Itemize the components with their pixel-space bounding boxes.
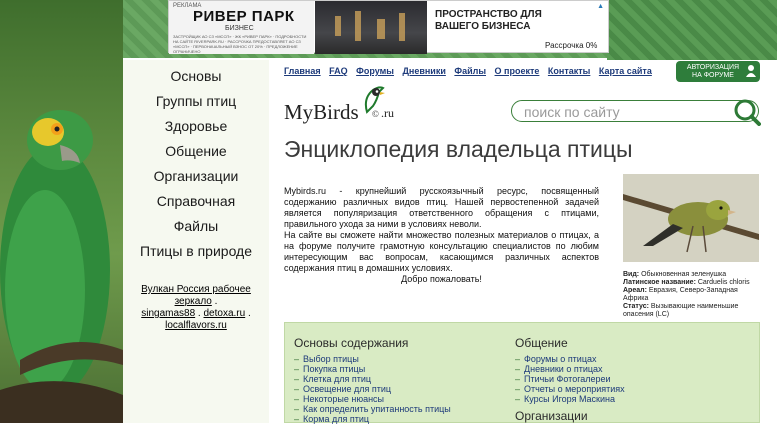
nav-item-reference[interactable]: Справочная bbox=[123, 189, 269, 214]
auth-line-1: АВТОРИЗАЦИЯ bbox=[686, 64, 740, 71]
topnav-forums[interactable]: Форумы bbox=[356, 66, 394, 76]
ad-brand-sub: БИЗНЕС bbox=[225, 25, 254, 32]
bird-species: Обыкновенная зеленушка bbox=[641, 271, 727, 278]
partner-link-1[interactable]: Вулкан Россия рабочее зеркало bbox=[141, 284, 251, 307]
list-item[interactable]: Дневники о птицах bbox=[515, 364, 625, 374]
logo-copyright: © bbox=[372, 109, 379, 119]
topnav-contacts[interactable]: Контакты bbox=[548, 66, 590, 76]
right-background bbox=[607, 0, 777, 60]
ad-brand: РИВЕР ПАРК bbox=[193, 8, 295, 25]
auth-line-2: НА ФОРУМЕ bbox=[692, 72, 734, 79]
parrot-image bbox=[0, 110, 123, 423]
topnav-home[interactable]: Главная bbox=[284, 66, 321, 76]
list-item[interactable]: Освещение для птиц bbox=[294, 384, 451, 394]
list-item[interactable]: Выбор птицы bbox=[294, 354, 451, 364]
partner-link-4[interactable]: localflavors.ru bbox=[165, 320, 227, 331]
section-communication-heading: Общение bbox=[515, 336, 568, 350]
partner-links: Вулкан Россия рабочее зеркало . singamas… bbox=[141, 284, 251, 331]
top-navigation: Главная FAQ Форумы Дневники Файлы О прое… bbox=[284, 66, 658, 76]
intro-paragraph-1: Mybirds.ru - крупнейший русскоязычный ре… bbox=[284, 186, 599, 229]
info-triangle-icon[interactable]: ▲ bbox=[597, 3, 604, 10]
topnav-sitemap[interactable]: Карта сайта bbox=[599, 66, 652, 76]
ad-installment: Рассрочка 0% bbox=[545, 41, 598, 50]
page-title: Энциклопедия владельца птицы bbox=[284, 136, 633, 162]
bird-photo[interactable] bbox=[623, 174, 759, 262]
topnav-files[interactable]: Файлы bbox=[454, 66, 486, 76]
topnav-faq[interactable]: FAQ bbox=[329, 66, 348, 76]
nav-item-files[interactable]: Файлы bbox=[123, 214, 269, 239]
list-item[interactable]: Курсы Игоря Маскина bbox=[515, 394, 625, 404]
list-item[interactable]: Как определить упитанность птицы bbox=[294, 404, 451, 414]
section-organizations-heading: Организации bbox=[515, 409, 588, 423]
ad-title: ПРОСТРАНСТВО ДЛЯ ВАШЕГО БИЗНЕСА bbox=[435, 9, 542, 32]
list-item[interactable]: Птичьи Фотогалереи bbox=[515, 374, 625, 384]
section-basics: Основы содержания Выбор птицы Покупка пт… bbox=[294, 336, 451, 424]
ad-brand-block: РЕКЛАМА РИВЕР ПАРК БИЗНЕС ЗАСТРОЙЩИК АО … bbox=[169, 1, 314, 54]
topnav-diaries[interactable]: Дневники bbox=[402, 66, 445, 76]
ad-photo bbox=[315, 1, 427, 54]
search-input[interactable] bbox=[522, 103, 726, 121]
user-lock-icon bbox=[746, 65, 756, 77]
list-item[interactable]: Покупка птицы bbox=[294, 364, 451, 374]
forum-auth-button[interactable]: АВТОРИЗАЦИЯ НА ФОРУМЕ bbox=[676, 61, 760, 82]
magnifier-icon[interactable] bbox=[733, 98, 761, 126]
search-box[interactable] bbox=[511, 100, 759, 122]
partner-link-2[interactable]: singamas88 bbox=[141, 308, 195, 319]
ad-fine-print: ЗАСТРОЙЩИК АО СЗ «МССП» · ЖК «РИВЕР ПАРК… bbox=[173, 34, 307, 54]
nav-item-health[interactable]: Здоровье bbox=[123, 114, 269, 139]
list-item[interactable]: Клетка для птиц bbox=[294, 374, 451, 384]
partner-link-3[interactable]: detoxa.ru bbox=[204, 308, 246, 319]
nav-item-communication[interactable]: Общение bbox=[123, 139, 269, 164]
intro-paragraph-2: На сайте вы сможете найти множество поле… bbox=[284, 230, 599, 273]
intro-text: Mybirds.ru - крупнейший русскоязычный ре… bbox=[284, 186, 599, 285]
nav-item-organizations[interactable]: Организации bbox=[123, 164, 269, 189]
topnav-about[interactable]: О проекте bbox=[495, 66, 540, 76]
section-communication: Общение Форумы о птицах Дневники о птица… bbox=[515, 336, 625, 423]
bird-latin-name: Carduelis chloris bbox=[697, 279, 750, 286]
site-logo[interactable]: MyBirds bbox=[284, 100, 359, 125]
section-basics-heading: Основы содержания bbox=[294, 336, 409, 350]
intro-welcome: Добро пожаловать! bbox=[401, 274, 482, 284]
nav-item-birds-in-nature[interactable]: Птицы в природе bbox=[123, 239, 269, 264]
bird-info: Вид: Обыкновенная зеленушка Латинское на… bbox=[623, 271, 750, 318]
list-item[interactable]: Отчеты о мероприятиях bbox=[515, 384, 625, 394]
nav-item-bird-groups[interactable]: Группы птиц bbox=[123, 89, 269, 114]
list-item[interactable]: Некоторые нюансы bbox=[294, 394, 451, 404]
logo-suffix: .ru bbox=[381, 106, 394, 120]
left-navigation: Основы Группы птиц Здоровье Общение Орга… bbox=[123, 60, 269, 423]
nav-item-basics[interactable]: Основы bbox=[123, 64, 269, 89]
bird-of-the-day-card: Вид: Обыкновенная зеленушка Латинское на… bbox=[623, 174, 759, 319]
list-item[interactable]: Форумы о птицах bbox=[515, 354, 625, 364]
advertisement-banner[interactable]: РЕКЛАМА РИВЕР ПАРК БИЗНЕС ЗАСТРОЙЩИК АО … bbox=[168, 0, 609, 54]
